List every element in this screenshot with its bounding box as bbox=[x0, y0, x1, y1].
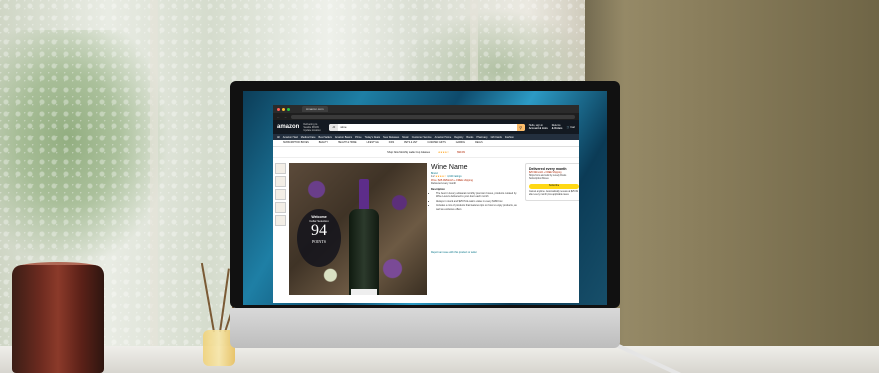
deliver-to-sub: Update location bbox=[303, 128, 321, 132]
nav-item[interactable]: All bbox=[277, 136, 280, 139]
bottle-foil bbox=[359, 179, 369, 213]
desk-surface bbox=[0, 346, 879, 373]
rating-value: 4.2 bbox=[431, 175, 435, 179]
minimize-window-icon[interactable] bbox=[282, 107, 285, 111]
subnav-item[interactable]: CURATED GIFTS bbox=[427, 142, 445, 144]
product-image[interactable]: Welcome Cellar Selection 94 POINTS bbox=[289, 163, 427, 295]
description-heading: Description bbox=[431, 187, 445, 191]
subnav-item[interactable]: LIFESTYLE bbox=[367, 142, 379, 144]
deliver-to-location[interactable]: Delivering to Seattle 98109 Update locat… bbox=[303, 123, 325, 132]
amazon-logo[interactable]: amazon bbox=[277, 124, 299, 130]
buy-box: Delivered every month $25.99/month + FRE… bbox=[525, 163, 579, 202]
subnav-item[interactable]: DEALS bbox=[475, 142, 483, 144]
nav-item[interactable]: Medical Care bbox=[301, 136, 316, 139]
forward-arrow-icon[interactable]: → bbox=[284, 115, 287, 119]
delivery-frequency: Delivered every month bbox=[431, 182, 457, 186]
nav-item[interactable]: Registry bbox=[454, 136, 463, 139]
subnav-item[interactable]: GAMING bbox=[456, 142, 465, 144]
buybox-note: Cancel anytime. Automatically renews at … bbox=[529, 190, 578, 196]
description-bullet: Includes a mix of products that features… bbox=[436, 204, 521, 211]
nav-item[interactable]: New Releases bbox=[383, 136, 399, 139]
nav-item[interactable]: Prime bbox=[355, 136, 362, 139]
browser-tab-bar: Amazon.com bbox=[273, 105, 579, 113]
amazon-header: amazon Delivering to Seattle 98109 Updat… bbox=[273, 120, 579, 134]
product-thumbnails bbox=[275, 163, 286, 228]
glass-vase bbox=[12, 265, 104, 373]
nav-item[interactable]: Best Sellers bbox=[319, 136, 332, 139]
subscribe-button[interactable]: Subscribe bbox=[529, 183, 579, 189]
promo-text: Shop Now Monthly Ladie Cup Glasses bbox=[387, 150, 430, 154]
report-issue-link[interactable]: Report an issue with this product or sel… bbox=[431, 251, 521, 254]
promo-banner[interactable]: Shop Now Monthly Ladie Cup Glasses ★★★★☆… bbox=[273, 147, 579, 158]
nav-item[interactable]: Customer Service bbox=[412, 136, 432, 139]
amazon-search-bar: All wine ⚲ bbox=[329, 123, 525, 131]
ratings-count[interactable]: 4,040 ratings bbox=[447, 175, 461, 178]
imac-chin bbox=[230, 308, 620, 348]
description-bullet: Always in stock and $25 Pick-sale's valu… bbox=[436, 200, 521, 203]
wall bbox=[585, 0, 879, 373]
bottle-label bbox=[351, 289, 377, 295]
nav-item[interactable]: Today's Deals bbox=[365, 136, 381, 139]
thumbnail[interactable] bbox=[275, 189, 286, 200]
browser-address-bar: ← → bbox=[273, 113, 579, 120]
nav-item[interactable]: Fashion bbox=[505, 136, 514, 139]
promo-stars: ★★★★☆ bbox=[437, 150, 450, 154]
account-lists-label: Account & Lists bbox=[528, 127, 548, 130]
thumbnail[interactable] bbox=[275, 202, 286, 213]
nav-item[interactable]: Amazon Home bbox=[435, 136, 452, 139]
buybox-ships-from: Ships from and sold by Lovely Roots Subs… bbox=[529, 175, 567, 181]
product-page: Welcome Cellar Selection 94 POINTS Wine … bbox=[273, 159, 579, 303]
search-input[interactable]: wine bbox=[338, 125, 516, 129]
close-window-icon[interactable] bbox=[277, 107, 280, 111]
browser-tab[interactable]: Amazon.com bbox=[302, 106, 328, 112]
nav-item[interactable]: Music bbox=[402, 136, 409, 139]
points-badge: Welcome Cellar Selection 94 POINTS bbox=[297, 209, 341, 267]
thumbnail[interactable] bbox=[275, 215, 286, 226]
back-arrow-icon[interactable]: ← bbox=[277, 115, 280, 119]
wine-bottle bbox=[349, 179, 379, 295]
orders-label: & Orders bbox=[551, 127, 563, 130]
description-bullet: The best in luxury artisanal monthly pre… bbox=[436, 192, 521, 199]
promo-price: $99.99 bbox=[457, 150, 465, 154]
maximize-window-icon[interactable] bbox=[287, 107, 290, 111]
subnav-item[interactable]: KIDS bbox=[389, 142, 394, 144]
search-category-select[interactable]: All bbox=[329, 123, 339, 131]
thumbnail[interactable] bbox=[275, 163, 286, 174]
description-bullets: The best in luxury artisanal monthly pre… bbox=[436, 192, 521, 211]
badge-label: POINTS bbox=[311, 239, 326, 244]
subnav-item[interactable]: BEAUTY bbox=[319, 142, 328, 144]
monitor-bezel: Amazon.com ← → amazon Delivering to Seat… bbox=[230, 81, 620, 308]
nav-item[interactable]: Books bbox=[466, 136, 473, 139]
window-frame bbox=[150, 0, 158, 373]
subnav-item[interactable]: HEALTH & HOME bbox=[338, 142, 357, 144]
url-input[interactable] bbox=[291, 114, 575, 119]
nav-item[interactable]: Amazon Haul bbox=[283, 136, 298, 139]
cart-icon[interactable]: 🛒 Cart bbox=[566, 126, 575, 129]
rating-stars: ★★★★☆ bbox=[435, 175, 447, 179]
account-menu[interactable]: Hello, sign in Account & Lists bbox=[529, 124, 548, 130]
product-title: Wine Name bbox=[431, 164, 468, 171]
subnav-item[interactable]: PETS & VET bbox=[404, 142, 417, 144]
search-icon[interactable]: ⚲ bbox=[516, 123, 525, 131]
cart-label: Cart bbox=[570, 125, 575, 129]
monitor-screen: Amazon.com ← → amazon Delivering to Seat… bbox=[243, 91, 607, 305]
subscription-subnav: SUBSCRIPTION BOXES BEAUTY HEALTH & HOME LIF… bbox=[273, 140, 579, 147]
product-details: Wine Name Brand 4.2 ★★★★☆ 4,040 ratings … bbox=[431, 163, 521, 254]
thumbnail[interactable] bbox=[275, 176, 286, 187]
photo-scene: Amazon.com ← → amazon Delivering to Seat… bbox=[0, 0, 879, 373]
nav-item[interactable]: Gift Cards bbox=[491, 136, 502, 139]
nav-item[interactable]: Pharmacy bbox=[476, 136, 487, 139]
returns-orders-link[interactable]: Returns & Orders bbox=[552, 124, 563, 130]
nav-item[interactable]: Amazon Basics bbox=[335, 136, 352, 139]
imac-computer: Amazon.com ← → amazon Delivering to Seat… bbox=[230, 81, 620, 348]
bottle-body bbox=[349, 209, 379, 295]
browser-window: Amazon.com ← → amazon Delivering to Seat… bbox=[273, 105, 579, 303]
subnav-item[interactable]: SUBSCRIPTION BOXES bbox=[283, 142, 309, 144]
badge-points: 94 bbox=[311, 222, 327, 239]
